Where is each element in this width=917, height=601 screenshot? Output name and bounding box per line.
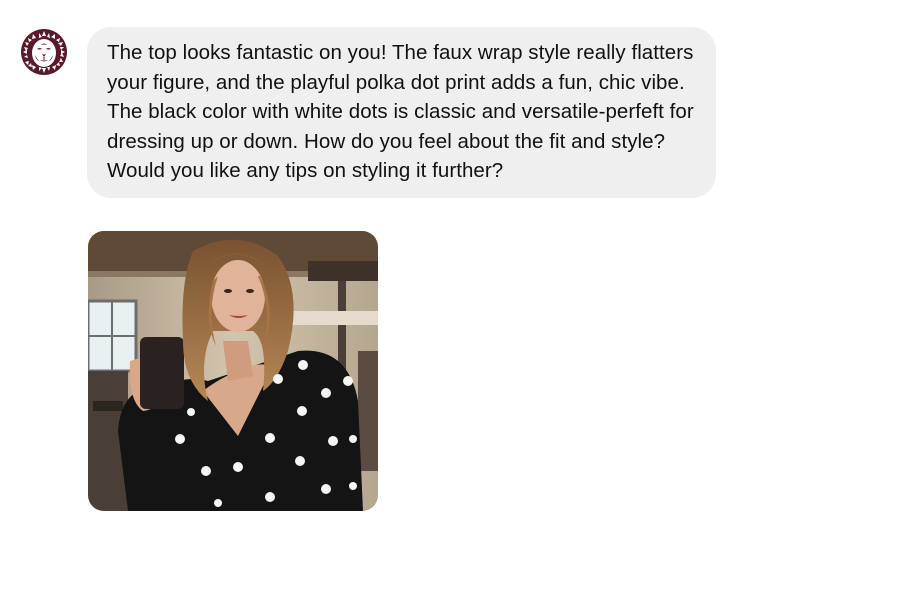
chat-thread: The top looks fantastic on you! The faux…	[0, 0, 917, 601]
lion-logo-icon	[21, 29, 67, 75]
message-text: The top looks fantastic on you! The faux…	[107, 41, 694, 183]
attached-selfie-image[interactable]	[88, 231, 378, 511]
selfie-photo	[88, 231, 378, 511]
assistant-avatar[interactable]	[19, 27, 69, 77]
assistant-message-bubble: The top looks fantastic on you! The faux…	[87, 27, 716, 198]
